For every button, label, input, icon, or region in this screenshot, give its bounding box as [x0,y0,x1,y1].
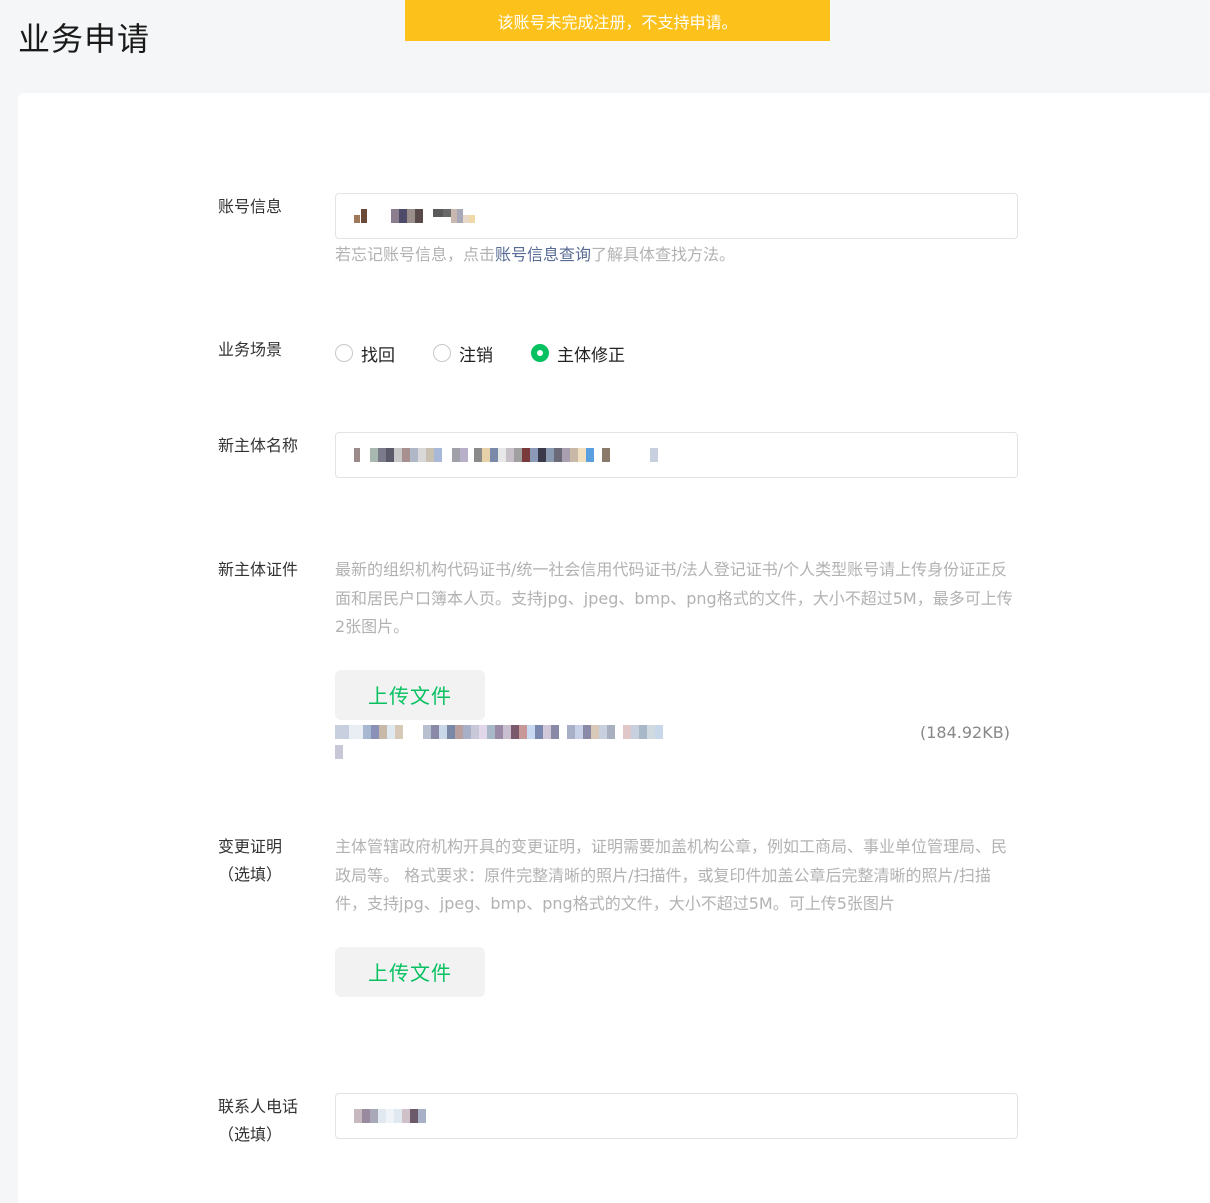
account-hint: 若忘记账号信息，点击账号信息查询了解具体查找方法。 [335,241,1018,269]
new-cert-field: 最新的组织机构代码证书/统一社会信用代码证书/法人登记证书/个人类型账号请上传身… [335,556,1018,772]
radio-recover-label: 找回 [361,345,395,366]
redacted-account-value [354,208,475,224]
file-size: (184.92KB) [920,722,1010,742]
scene-label: 业务场景 [218,340,283,359]
new-name-field [335,432,1018,478]
radio-entity-correction[interactable]: 主体修正 [531,341,625,366]
redacted-file-name [335,720,1018,740]
new-cert-description: 最新的组织机构代码证书/统一社会信用代码证书/法人登记证书/个人类型账号请上传身… [335,560,1013,636]
form-card: 账号信息 若忘记账号信息，点击账号信息查询了解具体查找方法。 业务场景 找回 注… [18,93,1210,1203]
account-query-link[interactable]: 账号信息查询 [495,245,591,264]
radio-circle [433,344,451,362]
account-input[interactable] [335,193,1018,239]
radio-entity-correction-label: 主体修正 [557,345,625,366]
error-toast: 该账号未完成注册，不支持申请。 [405,0,830,41]
radio-circle [335,344,353,362]
toast-message: 该账号未完成注册，不支持申请。 [497,12,738,32]
radio-recover[interactable]: 找回 [335,341,395,366]
radio-cancel[interactable]: 注销 [433,341,493,366]
change-proof-label: 变更证明（选填） [218,837,283,884]
account-field: 若忘记账号信息，点击账号信息查询了解具体查找方法。 [335,193,1018,269]
new-cert-upload-button[interactable]: 上传文件 [335,669,485,720]
redacted-new-name-value [354,447,658,463]
radio-cancel-label: 注销 [459,345,493,366]
contact-phone-label: 联系人电话（选填） [218,1097,299,1144]
new-cert-label: 新主体证件 [218,560,299,579]
change-proof-field: 主体管辖政府机构开具的变更证明，证明需要加盖机构公章，例如工商局、事业单位管理局… [335,833,1018,997]
account-hint-suffix: 了解具体查找方法。 [591,245,736,264]
redacted-file-name-line2 [335,744,1018,760]
page-title: 业务申请 [18,20,151,58]
redacted-phone-value [354,1108,426,1124]
scene-field: 找回 注销 主体修正 [335,339,1018,367]
radio-circle-checked [531,344,549,362]
account-label: 账号信息 [218,197,283,216]
new-name-input[interactable] [335,432,1018,478]
uploaded-file-item: (184.92KB) [335,720,1018,772]
contact-phone-field [335,1093,1018,1139]
contact-phone-input[interactable] [335,1093,1018,1139]
new-name-label: 新主体名称 [218,436,299,455]
scene-radio-group: 找回 注销 主体修正 [335,339,1018,367]
change-proof-description: 主体管辖政府机构开具的变更证明，证明需要加盖机构公章，例如工商局、事业单位管理局… [335,837,1008,913]
account-hint-prefix: 若忘记账号信息，点击 [335,245,496,264]
change-proof-upload-button[interactable]: 上传文件 [335,946,485,997]
